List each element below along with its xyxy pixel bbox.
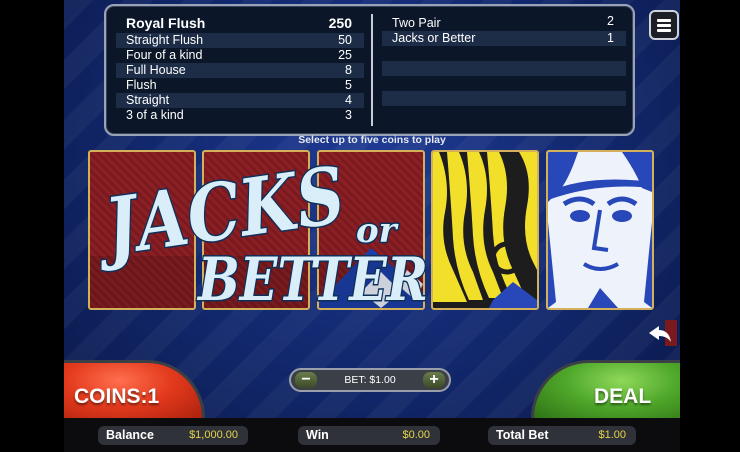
game-table: Royal Flush 250 Straight Flush 50 Four of … bbox=[64, 0, 680, 452]
paytable-row: Straight 4 bbox=[116, 93, 364, 108]
total-bet-display: Total Bet $1.00 bbox=[488, 426, 636, 445]
hand-payout: 4 bbox=[345, 93, 352, 107]
paytable-row-empty bbox=[382, 61, 626, 76]
balance-value: $1,000.00 bbox=[189, 429, 238, 441]
deal-button-label: DEAL bbox=[594, 385, 652, 408]
paytable-row-empty bbox=[382, 91, 626, 106]
paytable-row-empty bbox=[382, 46, 626, 61]
paytable-row-empty bbox=[382, 106, 626, 121]
paytable-row: Full House 8 bbox=[116, 63, 364, 78]
hand-name: Two Pair bbox=[392, 16, 441, 30]
paytable-right-column: Two Pair 2 Jacks or Better 1 bbox=[382, 14, 626, 121]
paytable-divider bbox=[371, 14, 373, 126]
hand-payout: 3 bbox=[345, 108, 352, 122]
total-bet-value: $1.00 bbox=[598, 429, 626, 441]
win-display: Win $0.00 bbox=[298, 426, 440, 445]
paytable-row: Royal Flush 250 bbox=[116, 14, 364, 33]
hand-name: Jacks or Better bbox=[392, 31, 476, 45]
coins-button[interactable]: COINS:1 bbox=[64, 360, 205, 421]
bet-decrease-button[interactable]: − bbox=[295, 372, 317, 388]
hand-payout: 8 bbox=[345, 63, 352, 77]
paytable-row: Two Pair 2 bbox=[382, 14, 626, 31]
undo-arrow-icon[interactable] bbox=[647, 320, 677, 346]
hand-name: Straight Flush bbox=[126, 33, 204, 47]
hand-name: Flush bbox=[126, 78, 157, 92]
logo-text-better: BETTER bbox=[196, 245, 428, 315]
hand-payout: 50 bbox=[338, 33, 352, 47]
hand-payout: 25 bbox=[338, 48, 352, 62]
win-label: Win bbox=[306, 428, 329, 442]
hand-payout: 1 bbox=[607, 31, 614, 45]
hand-name: Full House bbox=[126, 63, 186, 77]
paytable-row: Jacks or Better 1 bbox=[382, 31, 626, 46]
balance-display: Balance $1,000.00 bbox=[98, 426, 248, 445]
paytable-row-empty bbox=[382, 76, 626, 91]
paytable-row: 3 of a kind 3 bbox=[116, 108, 364, 123]
status-bar: Balance $1,000.00 Win $0.00 Total Bet $1… bbox=[64, 418, 680, 452]
bet-label: BET: $1.00 bbox=[344, 374, 396, 386]
coins-button-label: COINS:1 bbox=[74, 385, 160, 408]
hand-payout: 5 bbox=[345, 78, 352, 92]
paytable-row: Four of a kind 25 bbox=[116, 48, 364, 63]
bet-increase-button[interactable]: + bbox=[423, 372, 445, 388]
hand-name: 3 of a kind bbox=[126, 108, 184, 122]
hamburger-menu-icon[interactable] bbox=[649, 10, 679, 40]
hand-name: Straight bbox=[126, 93, 170, 107]
paytable-row: Straight Flush 50 bbox=[116, 33, 364, 48]
win-value: $0.00 bbox=[402, 429, 430, 441]
paytable-left-column: Royal Flush 250 Straight Flush 50 Four of … bbox=[116, 14, 364, 123]
deal-button[interactable]: DEAL bbox=[531, 360, 680, 421]
balance-label: Balance bbox=[106, 428, 154, 442]
paytable: Royal Flush 250 Straight Flush 50 Four of … bbox=[104, 4, 635, 136]
hand-payout: 250 bbox=[328, 15, 352, 31]
coin-hint-text: Select up to five coins to play bbox=[298, 134, 446, 146]
total-bet-label: Total Bet bbox=[496, 428, 549, 442]
hand-name: Royal Flush bbox=[126, 15, 206, 31]
paytable-row: Flush 5 bbox=[116, 78, 364, 93]
jacks-or-better-logo: JACKS or BETTER bbox=[87, 148, 429, 316]
hand-payout: 2 bbox=[607, 14, 614, 28]
hand-name: Four of a kind bbox=[126, 48, 203, 62]
bet-control: − BET: $1.00 + bbox=[289, 368, 451, 392]
